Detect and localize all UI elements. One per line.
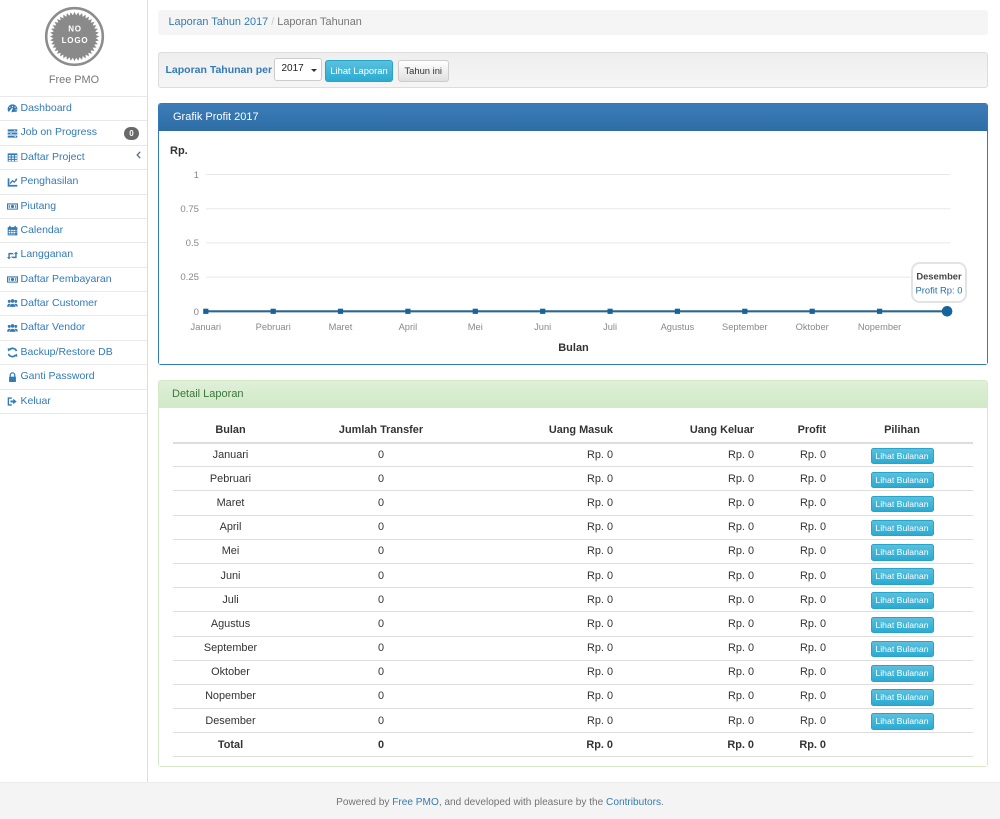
svg-text:Maret: Maret	[329, 322, 353, 332]
svg-text:Profit Rp: 0: Profit Rp: 0	[916, 284, 963, 295]
svg-text:Rp.: Rp.	[170, 145, 188, 157]
svg-text:1: 1	[194, 170, 199, 181]
svg-text:0.75: 0.75	[180, 204, 199, 215]
svg-text:September: September	[722, 322, 767, 332]
svg-text:Januari: Januari	[191, 322, 222, 332]
svg-text:April: April	[399, 322, 418, 332]
svg-text:Bulan: Bulan	[558, 342, 589, 354]
svg-text:Oktober: Oktober	[796, 322, 829, 332]
svg-text:0.5: 0.5	[186, 238, 199, 249]
svg-text:Juni: Juni	[534, 322, 551, 332]
svg-text:Desember: Desember	[916, 270, 962, 281]
svg-text:LOGO: LOGO	[61, 36, 88, 45]
svg-text:Mei: Mei	[468, 322, 483, 332]
svg-text:Pebruari: Pebruari	[256, 322, 291, 332]
svg-text:Nopember: Nopember	[858, 322, 901, 332]
svg-text:0.25: 0.25	[180, 272, 199, 283]
svg-text:NO: NO	[68, 25, 82, 34]
svg-text:Juli: Juli	[603, 322, 617, 332]
svg-text:0: 0	[194, 307, 199, 318]
svg-text:Agustus: Agustus	[661, 322, 695, 332]
